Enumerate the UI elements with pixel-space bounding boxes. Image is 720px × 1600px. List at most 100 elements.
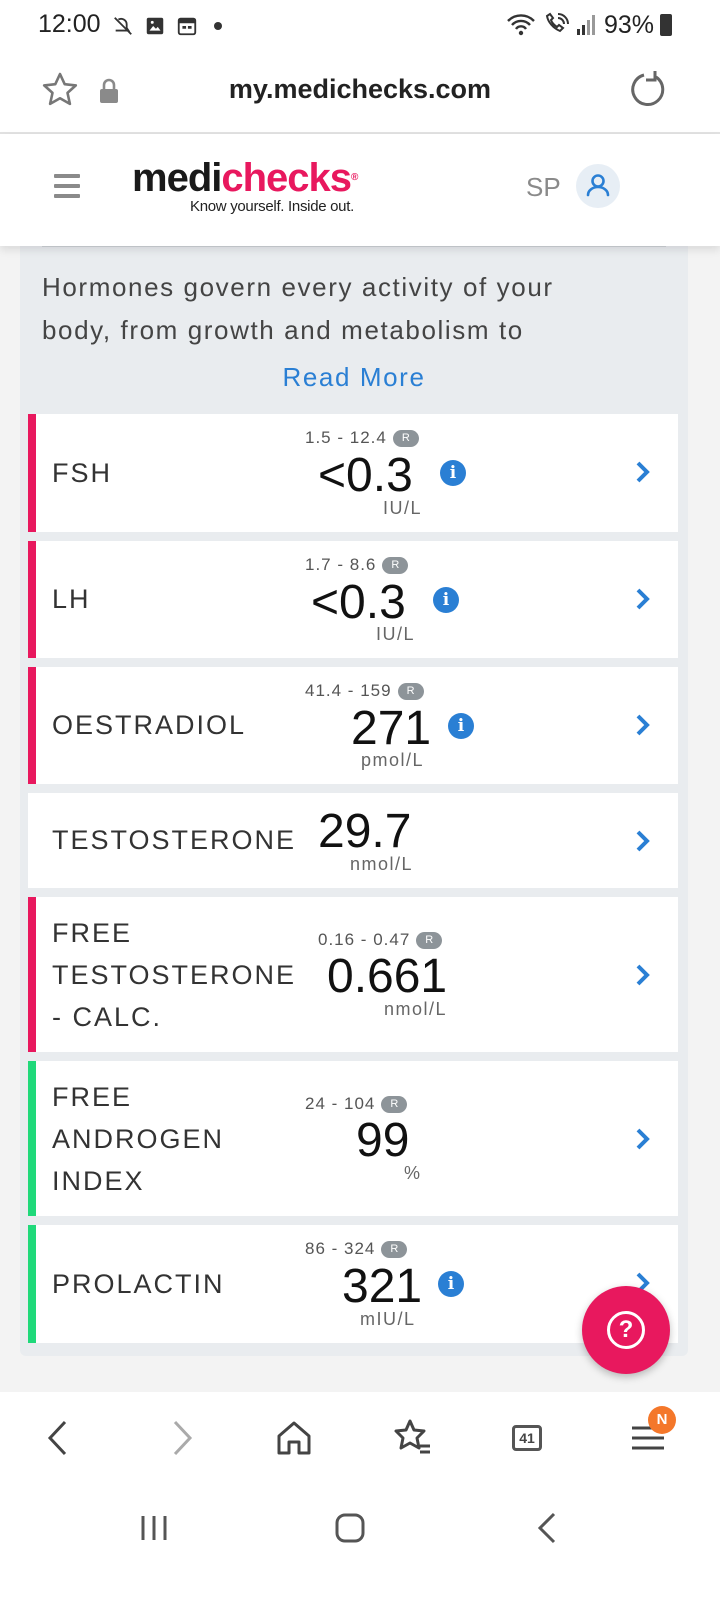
result-unit: % — [404, 1163, 422, 1183]
chevron-right-icon[interactable] — [634, 713, 652, 737]
marker-name: LH — [52, 584, 91, 614]
chevron-right-icon[interactable] — [634, 963, 652, 987]
reference-range: 86 - 324 R — [305, 1239, 408, 1259]
wifi-calling-icon — [545, 12, 569, 33]
browser-toolbar: 41 — [0, 1392, 720, 1484]
intro-line-1: Hormones govern every activity of your — [42, 272, 554, 302]
status-bar-out-of-range — [28, 897, 36, 1052]
result-value: 321 — [342, 1260, 423, 1313]
divider — [42, 246, 666, 247]
help-button[interactable]: ? — [582, 1286, 670, 1374]
range-badge[interactable]: R — [392, 429, 419, 447]
result-unit: IU/L — [383, 498, 423, 518]
range-badge[interactable]: R — [381, 1095, 408, 1113]
recent-apps-icon[interactable] — [134, 1508, 174, 1548]
system-back-icon[interactable] — [528, 1508, 568, 1548]
info-icon[interactable]: i — [433, 587, 459, 613]
range-badge[interactable]: R — [381, 1240, 408, 1258]
wifi-icon — [507, 14, 535, 36]
hamburger-menu-icon[interactable] — [54, 174, 80, 198]
result-row-testosterone[interactable]: TESTOSTERONE 29.7 nmol/L — [28, 793, 678, 888]
logo-text-medi: medi — [132, 156, 222, 200]
chevron-right-icon[interactable] — [634, 829, 652, 853]
result-unit: pmol/L — [361, 750, 425, 770]
marker-name: PROLACTIN — [52, 1269, 225, 1299]
reference-range: 1.5 - 12.4 R — [305, 428, 419, 448]
intro-text: Hormones govern every activity of your b… — [42, 266, 672, 352]
result-value: 271 — [351, 702, 432, 755]
forward-icon[interactable] — [158, 1416, 202, 1460]
gallery-icon — [146, 17, 164, 35]
browser-url-bar: my.medichecks.com — [0, 52, 720, 134]
user-avatar[interactable] — [576, 164, 620, 208]
result-unit: nmol/L — [350, 854, 414, 874]
result-value: <0.3 — [311, 576, 406, 629]
signal-icon — [576, 15, 595, 35]
status-bar-out-of-range — [28, 541, 36, 658]
status-bar-in-range — [28, 1061, 36, 1216]
info-icon[interactable]: i — [448, 713, 474, 739]
info-icon[interactable]: i — [440, 460, 466, 486]
menu-notification-badge: N — [648, 1406, 676, 1434]
result-row-free-androgen-index[interactable]: FREE ANDROGEN INDEX 24 - 104 R 99 % — [28, 1061, 678, 1216]
status-bar-out-of-range — [28, 414, 36, 532]
results-content[interactable]: Hormones govern every activity of your b… — [0, 246, 720, 1392]
system-navigation-bar — [0, 1484, 720, 1600]
tab-count: 41 — [512, 1425, 542, 1451]
result-row-lh[interactable]: LH 1.7 - 8.6 R <0.3 IU/L i — [28, 541, 678, 658]
logo-registered-mark: ® — [351, 172, 358, 183]
logo-tagline: Know yourself. Inside out. — [190, 198, 354, 215]
result-row-prolactin[interactable]: PROLACTIN 86 - 324 R 321 mIU/L i — [28, 1225, 678, 1343]
result-unit: nmol/L — [384, 999, 448, 1019]
result-unit: mIU/L — [360, 1309, 416, 1329]
medichecks-logo[interactable]: medichecks® Know yourself. Inside out. — [132, 156, 358, 215]
status-time: 12:00 — [38, 10, 101, 38]
help-icon: ? — [607, 1311, 645, 1349]
result-row-fsh[interactable]: FSH 1.5 - 12.4 R <0.3 IU/L i — [28, 414, 678, 532]
battery-percent: 93% — [603, 10, 654, 39]
logo-text-checks: checks — [221, 156, 352, 200]
reference-range: 0.16 - 0.47 R — [318, 930, 443, 950]
status-notification-icons — [112, 14, 222, 38]
result-value: <0.3 — [318, 449, 413, 502]
chevron-right-icon[interactable] — [634, 460, 652, 484]
status-bar: 12:00 93% — [0, 0, 720, 52]
calendar-icon — [177, 17, 197, 36]
range-badge[interactable]: R — [397, 682, 424, 700]
marker-name: TESTOSTERONE — [52, 825, 297, 855]
reference-range: 1.7 - 8.6 R — [305, 555, 409, 575]
reload-icon[interactable] — [628, 69, 668, 109]
result-row-oestradiol[interactable]: OESTRADIOL 41.4 - 159 R 271 pmol/L i — [28, 667, 678, 784]
url-text[interactable]: my.medichecks.com — [0, 74, 720, 105]
result-value: 29.7 — [318, 805, 412, 858]
mute-icon — [114, 17, 132, 35]
marker-name: OESTRADIOL — [52, 710, 247, 740]
range-badge[interactable]: R — [382, 556, 409, 574]
back-icon[interactable] — [38, 1416, 82, 1460]
result-unit: IU/L — [376, 624, 416, 644]
intro-line-2: body, from growth and metabolism to — [42, 315, 524, 345]
home-icon[interactable] — [272, 1416, 316, 1460]
result-value: 0.661 — [327, 950, 448, 1003]
result-row-free-testosterone[interactable]: FREE TESTOSTERONE - CALC. 0.16 - 0.47 R 0… — [28, 897, 678, 1052]
info-icon[interactable]: i — [438, 1271, 464, 1297]
tabs-button[interactable]: 41 — [506, 1416, 550, 1460]
user-icon — [586, 174, 610, 197]
status-bar-out-of-range — [28, 667, 36, 784]
reference-range: 41.4 - 159 R — [305, 681, 424, 701]
marker-name: FREE ANDROGEN INDEX — [52, 1082, 225, 1196]
bookmarks-icon[interactable] — [390, 1416, 434, 1460]
read-more-link[interactable]: Read More — [20, 362, 688, 393]
status-system-icons: 93% — [506, 10, 672, 40]
user-initials[interactable]: SP — [526, 172, 561, 203]
range-badge[interactable]: R — [416, 931, 443, 949]
chevron-right-icon[interactable] — [634, 1127, 652, 1151]
battery-icon — [660, 14, 672, 36]
system-home-icon[interactable] — [330, 1508, 370, 1548]
more-notifications-dot — [214, 22, 222, 30]
chevron-right-icon[interactable] — [634, 587, 652, 611]
site-header: medichecks® Know yourself. Inside out. S… — [0, 134, 720, 246]
reference-range: 24 - 104 R — [305, 1094, 408, 1114]
marker-name: FSH — [52, 458, 112, 488]
status-bar-in-range — [28, 1225, 36, 1343]
